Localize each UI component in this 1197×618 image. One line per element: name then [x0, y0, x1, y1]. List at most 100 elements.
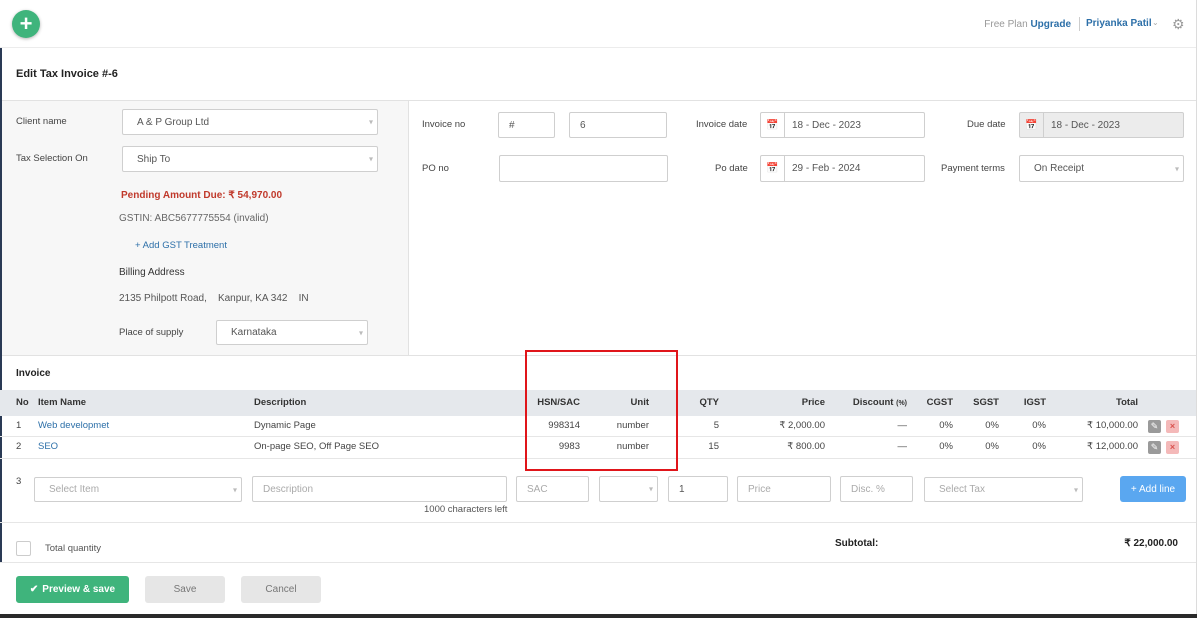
row1-edit-icon[interactable]: ✎ — [1148, 420, 1161, 433]
qty-value: 1 — [679, 483, 685, 495]
row2-igst: 0% — [1032, 441, 1046, 452]
row2-delete-icon[interactable]: × — [1166, 441, 1179, 454]
panel-divider — [408, 101, 409, 355]
due-date-input[interactable]: 📅 18 - Dec - 2023 — [1019, 112, 1184, 138]
chars-left: 1000 characters left — [424, 504, 508, 515]
chevron-down-icon[interactable]: ⌄ — [1152, 18, 1159, 27]
billing-address: 2135 Philpott Road, Kanpur, KA 342 IN — [119, 293, 309, 304]
unit-select[interactable] — [599, 476, 658, 502]
row1-discount: — — [897, 420, 908, 431]
invoice-date-label: Invoice date — [696, 119, 748, 130]
row2-price: ₹ 800.00 — [787, 441, 825, 452]
invoice-prefix-value: # — [509, 119, 515, 131]
place-of-supply-value: Karnataka — [231, 327, 277, 338]
select-item-input[interactable]: Select Item — [34, 477, 242, 502]
row1-qty: 5 — [713, 420, 719, 431]
user-menu[interactable]: Priyanka Patil — [1086, 18, 1152, 29]
add-line-button[interactable]: + Add line — [1120, 476, 1186, 502]
sac-placeholder: SAC — [527, 483, 548, 495]
qty-input[interactable]: 1 — [668, 476, 728, 502]
upgrade-link[interactable]: Upgrade — [1030, 19, 1071, 30]
plan-info: Free Plan Upgrade — [984, 19, 1071, 30]
price-placeholder: Price — [748, 483, 771, 495]
check-icon: ✔ — [29, 584, 39, 595]
subtotal-label: Subtotal: — [835, 538, 879, 549]
place-of-supply-label: Place of supply — [119, 327, 184, 338]
preview-save-label: Preview & save — [42, 584, 116, 595]
subtotal-value: ₹ 22,000.00 — [1124, 538, 1178, 549]
col-no: No — [16, 397, 29, 408]
tax-selection-select[interactable]: Ship To — [122, 146, 378, 172]
col-discount-unit: (%) — [896, 400, 907, 407]
due-date-value: 18 - Dec - 2023 — [1051, 119, 1120, 131]
row2-no: 2 — [16, 441, 22, 452]
po-no-input[interactable] — [499, 155, 668, 182]
col-total: Total — [1116, 397, 1138, 408]
discount-placeholder: Disc. % — [851, 483, 885, 495]
total-quantity-label: Total quantity — [45, 543, 101, 554]
save-button[interactable]: Save — [145, 576, 225, 603]
row1-price: ₹ 2,000.00 — [779, 420, 825, 431]
row2-item-name[interactable]: SEO — [38, 441, 58, 452]
col-qty: QTY — [699, 397, 719, 408]
calendar-icon: 📅 — [761, 113, 785, 137]
select-tax-input[interactable]: Select Tax — [924, 477, 1083, 502]
row1-no: 1 — [16, 420, 22, 431]
calendar-icon: 📅 — [761, 156, 785, 181]
invoice-prefix-input[interactable]: # — [498, 112, 555, 138]
row3-no: 3 — [16, 476, 22, 487]
total-quantity-checkbox[interactable] — [16, 541, 31, 556]
col-discount-label: Discount — [852, 397, 894, 408]
add-gst-label: Add GST Treatment — [142, 240, 227, 251]
client-name-value: A & P Group Ltd — [137, 116, 210, 128]
col-sgst: SGST — [973, 397, 999, 408]
row2-qty: 15 — [708, 441, 719, 452]
cancel-button[interactable]: Cancel — [241, 576, 321, 603]
row2-description: On-page SEO, Off Page SEO — [254, 441, 379, 452]
invoice-no-value: 6 — [580, 119, 586, 131]
row1-delete-icon[interactable]: × — [1166, 420, 1179, 433]
row1-item-name[interactable]: Web developmet — [38, 420, 109, 431]
bottom-strip — [0, 614, 1197, 618]
invoice-items-heading: Invoice — [16, 368, 51, 379]
row2-discount: — — [897, 441, 908, 452]
client-name-select[interactable]: A & P Group Ltd — [122, 109, 378, 135]
row1-description: Dynamic Page — [254, 420, 316, 431]
due-date-label: Due date — [967, 119, 1006, 130]
select-tax-placeholder: Select Tax — [939, 484, 985, 495]
col-discount: Discount (%) — [853, 397, 907, 408]
invoice-date-value: 18 - Dec - 2023 — [792, 119, 861, 131]
discount-input[interactable]: Disc. % — [840, 476, 913, 502]
row1-total: ₹ 10,000.00 — [1087, 420, 1138, 431]
row1-igst: 0% — [1032, 420, 1046, 431]
tax-selection-label: Tax Selection On — [16, 153, 88, 164]
row1-sgst: 0% — [985, 420, 999, 431]
gstin-text: GSTIN: ABC5677775554 (invalid) — [119, 213, 269, 224]
row2-edit-icon[interactable]: ✎ — [1148, 441, 1161, 454]
billing-address-heading: Billing Address — [119, 267, 185, 278]
row1-cgst: 0% — [939, 420, 953, 431]
description-input[interactable]: Description — [252, 476, 507, 502]
gear-icon[interactable]: ⚙ — [1172, 16, 1185, 33]
place-of-supply-select[interactable]: Karnataka — [216, 320, 368, 345]
po-no-label: PO no — [422, 163, 449, 174]
add-gst-treatment-link[interactable]: + Add GST Treatment — [135, 240, 227, 251]
calendar-icon: 📅 — [1020, 113, 1044, 137]
tax-selection-value: Ship To — [137, 153, 171, 165]
price-input[interactable]: Price — [737, 476, 831, 502]
payment-terms-label: Payment terms — [941, 163, 1005, 174]
pending-amount: Pending Amount Due: ₹ 54,970.00 — [121, 190, 283, 201]
po-date-input[interactable]: 📅 29 - Feb - 2024 — [760, 155, 925, 182]
client-name-label: Client name — [16, 116, 67, 127]
sac-input[interactable]: SAC — [516, 476, 589, 502]
description-placeholder: Description — [263, 483, 314, 495]
invoice-date-input[interactable]: 📅 18 - Dec - 2023 — [760, 112, 925, 138]
highlight-box — [525, 350, 678, 471]
payment-terms-select[interactable]: On Receipt — [1019, 155, 1184, 182]
row2-cgst: 0% — [939, 441, 953, 452]
invoice-no-input[interactable]: 6 — [569, 112, 667, 138]
preview-save-button[interactable]: ✔ Preview & save — [16, 576, 129, 603]
add-new-button[interactable]: + — [12, 10, 40, 38]
po-date-label: Po date — [715, 163, 748, 174]
col-description: Description — [254, 397, 307, 408]
